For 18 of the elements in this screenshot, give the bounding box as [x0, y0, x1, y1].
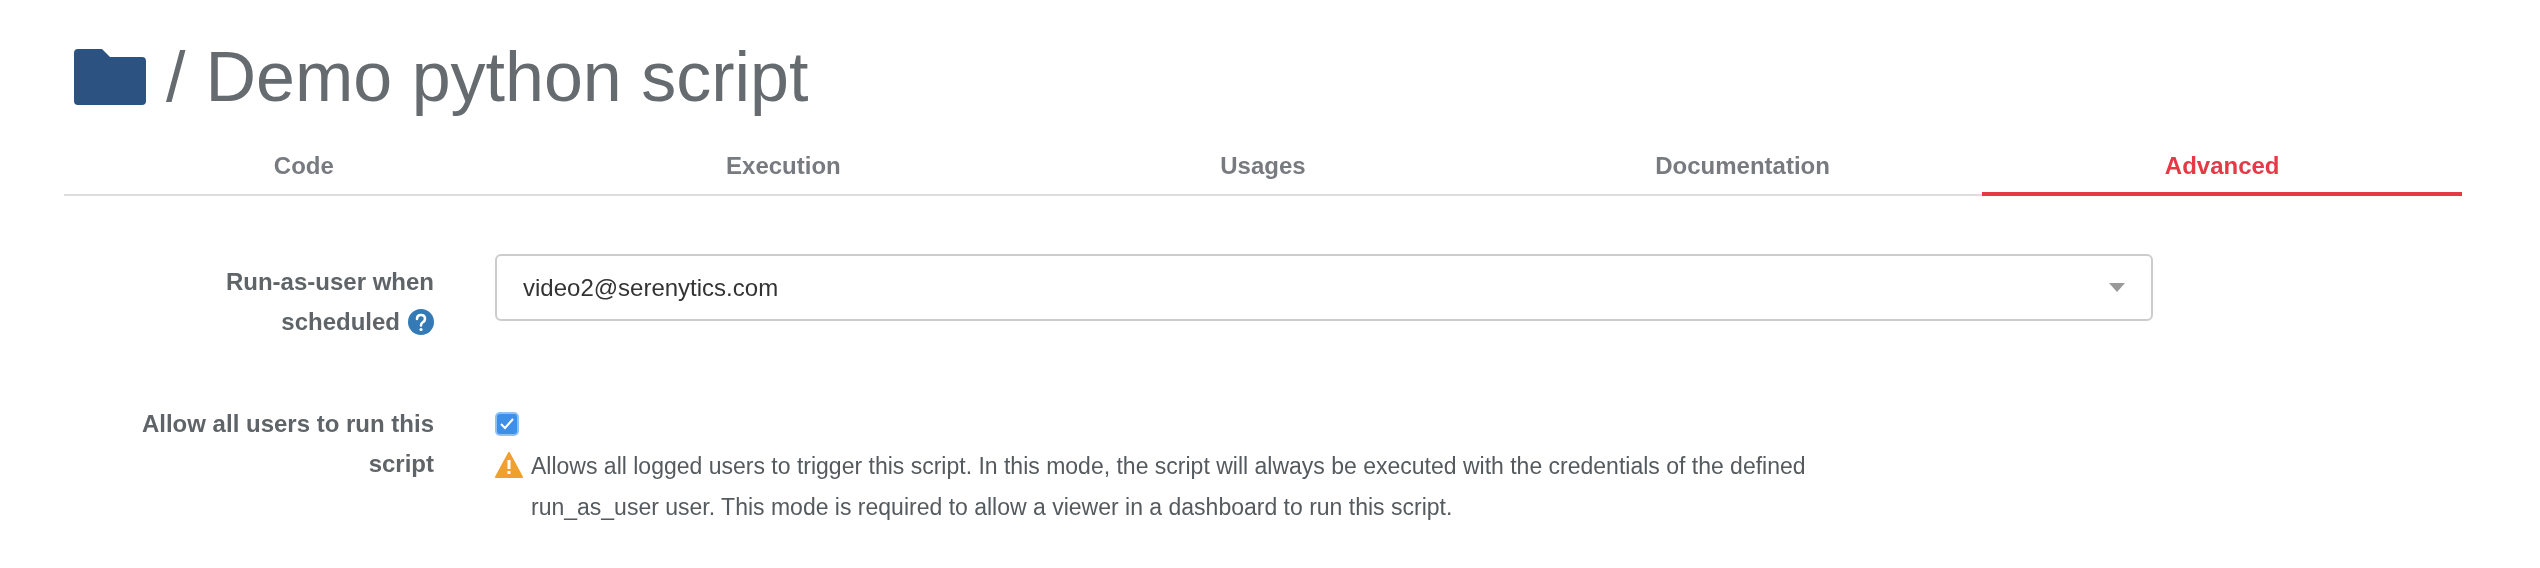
field-label: scheduled: [281, 307, 400, 337]
tab[interactable]: Documentation: [1502, 140, 1983, 196]
tab[interactable]: Usages: [1023, 140, 1503, 196]
checkbox[interactable]: [495, 412, 519, 436]
field-label: Allow all users to run this: [141, 409, 434, 439]
help-icon[interactable]: [408, 309, 434, 335]
warning-icon: [495, 452, 523, 478]
field-label: script: [368, 449, 434, 479]
warning-text: Allows all logged users to trigger this script. In this mode, the script will always be executed with the credentials of the defined run_as_user user. This mode is required to allow a viewer in a dashboard to run this script.: [531, 452, 1807, 522]
breadcrumb-separator: /: [166, 42, 186, 112]
folder-icon: [74, 49, 146, 105]
tab[interactable]: Code: [64, 140, 544, 196]
tab[interactable]: Advanced: [1982, 140, 2462, 196]
field-label: Run-as-user when: [225, 267, 434, 297]
user-select[interactable]: video2@serenytics.com: [495, 254, 2153, 321]
tab[interactable]: Execution: [543, 140, 1024, 196]
caret-icon: [2109, 283, 2125, 292]
check-icon: [500, 418, 514, 430]
